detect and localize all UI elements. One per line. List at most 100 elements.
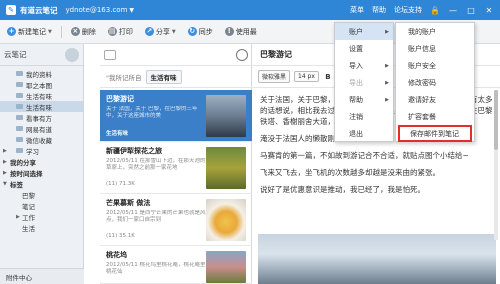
folder-icon: [16, 137, 23, 142]
sidebar-item-by-time[interactable]: ▶ 按时间选择: [0, 167, 83, 178]
chevron-down-icon[interactable]: ▼: [129, 7, 134, 14]
paragraph: 说好了是优惠意识是推动，我已经了，我是怕死。: [260, 185, 425, 194]
note-item[interactable]: 芒果慕斯 做法 2012/05/11 是西宁芒果的芒果也就是风点，我们一家口自宗…: [100, 194, 252, 246]
folder-icon: [16, 82, 23, 87]
search-icon[interactable]: [236, 48, 248, 61]
menu-item-exit[interactable]: 退出: [335, 125, 393, 142]
folder-icon: [16, 115, 23, 120]
sidebar-item-selected[interactable]: 生活有味: [0, 101, 83, 112]
font-size-select[interactable]: 14 px: [294, 71, 319, 82]
paragraph: 飞来又飞去，坐飞机的次数越多却越是没来由的紧张。: [260, 168, 440, 177]
flower-field-thumbnail: [206, 147, 246, 189]
menu-item-save-email-to-note[interactable]: 保存邮件到笔记: [398, 125, 472, 142]
airplane-wing-photo: [258, 234, 496, 284]
list-tools: [100, 44, 252, 66]
menu-item-help[interactable]: 帮助 ▶: [335, 91, 393, 108]
notebook-tree: 我的资料 耶之本图 生活有味 生活有味 看事有方 网易有道 微信收藏 ▶ 学习 ▶…: [0, 66, 83, 233]
note-title: 桃花坞: [106, 251, 127, 259]
menu-item-upgrade-plan[interactable]: 扩容套餐: [396, 108, 474, 125]
tag-item[interactable]: 生活: [0, 222, 83, 233]
chevron-right-icon: ▶: [385, 28, 389, 35]
close-icon[interactable]: ✕: [484, 6, 494, 15]
chevron-down-icon: ▼: [171, 28, 176, 35]
sidebar-item[interactable]: 微信收藏: [0, 134, 83, 145]
sync-button[interactable]: ↻ 同步: [185, 25, 216, 39]
menu-item-account-security[interactable]: 账户安全: [396, 57, 474, 74]
title-bar: ✎ 有道云笔记 ydnote@163.com ▼ 菜单 帮助 论坛支持 🔒 — …: [0, 0, 500, 20]
note-item[interactable]: 桃花坞 2012/05/11 桃花坞里桃花庵，桃花庵里桃花仙: [100, 246, 252, 284]
menu-item-logout[interactable]: 注销: [335, 108, 393, 125]
expand-icon[interactable]: ▶: [3, 148, 7, 154]
sidebar-item[interactable]: 看事有方: [0, 112, 83, 123]
menu-item-account-info[interactable]: 账户信息: [396, 40, 474, 57]
menu-item-import[interactable]: 导入 ▶: [335, 57, 393, 74]
scrollbar[interactable]: [494, 90, 498, 240]
list-view-icon[interactable]: [104, 49, 116, 60]
note-snippet: 2012/05/11 是西宁芒果的芒果也就是风点，我们一家口自宗到: [106, 210, 206, 223]
sidebar-item-tags[interactable]: ▼ 标签: [0, 178, 83, 189]
folder-icon: [16, 104, 23, 109]
chevron-down-icon: ▼: [48, 28, 52, 35]
note-meta: 生活有味: [106, 131, 129, 137]
note-title: 芒果慕斯 做法: [106, 199, 151, 207]
note-title: 新疆伊犁探花之旅: [106, 147, 162, 155]
sidebar-item-shares[interactable]: ▶ 我的分享: [0, 156, 83, 167]
collapse-icon[interactable]: ▼: [3, 181, 7, 187]
print-button[interactable]: ▤ 打印: [105, 25, 136, 39]
lock-icon[interactable]: 🔒: [430, 6, 440, 15]
note-item-selected[interactable]: 巴黎游记 关于 法国，关于 巴黎，在巴黎的三年中，关于这座城市的美 生活有味: [100, 90, 252, 142]
note-snippet: 2012/05/11 在那雪山下边，在那天池的草原上，突然之前那一家花地: [106, 158, 206, 171]
note-list: "我所记所自 生活有味 巴黎游记 关于 法国，关于 巴黎，在巴黎的三年中，关于这…: [100, 44, 252, 284]
user-account[interactable]: ydnote@163.com: [66, 6, 128, 14]
menu-help[interactable]: 帮助: [372, 5, 386, 15]
expand-icon[interactable]: ▶: [16, 214, 20, 220]
menu-main[interactable]: 菜单: [350, 5, 364, 15]
expand-icon[interactable]: ▶: [3, 159, 7, 165]
chevron-right-icon: ▶: [385, 96, 389, 103]
menu-item-account[interactable]: 账户 ▶: [335, 23, 393, 40]
note-title: 巴黎游记: [106, 95, 134, 103]
mango-mousse-thumbnail: [206, 199, 246, 241]
folder-icon: [16, 148, 23, 153]
expand-icon[interactable]: ▶: [3, 170, 7, 176]
sidebar-item[interactable]: ▶ 学习: [0, 145, 83, 156]
paragraph: 马赛肯的第一篇，不如故到游记合不合适，就贴点图个小结给~: [260, 151, 469, 160]
folder-icon: [16, 126, 23, 131]
maximize-icon[interactable]: □: [466, 6, 476, 15]
attachment-center-button[interactable]: 附件中心: [0, 268, 84, 284]
breadcrumb-current[interactable]: 生活有味: [145, 69, 182, 84]
tag-item[interactable]: 巴黎: [0, 189, 83, 200]
sidebar-header: 云笔记: [0, 44, 83, 66]
main-menu-dropdown: 账户 ▶ 设置 导入 ▶ 导出 ▶ 帮助 ▶ 注销 退出: [334, 22, 394, 142]
menu-item-invite-friends[interactable]: 邀请好友: [396, 91, 474, 108]
tips-button[interactable]: ! 使用最: [222, 25, 260, 39]
tag-item[interactable]: 笔记: [0, 200, 83, 211]
font-family-select[interactable]: 微软雅黑: [258, 70, 291, 83]
menu-item-export[interactable]: 导出 ▶: [335, 74, 393, 91]
toggle-icon[interactable]: [65, 47, 79, 62]
sidebar-item[interactable]: 网易有道: [0, 123, 83, 134]
sidebar-title: 云笔记: [4, 50, 27, 59]
sidebar-item[interactable]: 耶之本图: [0, 79, 83, 90]
breadcrumb: "我所记所自 生活有味: [100, 66, 252, 88]
share-button[interactable]: ↗ 分享 ▼: [142, 25, 179, 39]
note-meta: (11) 71.3K: [106, 181, 135, 187]
sync-icon: ↻: [187, 27, 197, 36]
tag-item[interactable]: ▶ 工作: [0, 211, 83, 222]
scrollbar-thumb[interactable]: [494, 90, 498, 150]
menu-item-my-account[interactable]: 我的账户: [396, 23, 474, 40]
menu-forum[interactable]: 论坛支持: [394, 5, 422, 15]
breadcrumb-parent[interactable]: "我所记所自: [106, 72, 142, 82]
new-note-button[interactable]: + 新建笔记 ▼: [4, 25, 55, 39]
menu-item-change-password[interactable]: 修改密码: [396, 74, 474, 91]
title-menus: 菜单 帮助 论坛支持 🔒 — □ ✕: [350, 5, 494, 15]
sidebar-item[interactable]: 生活有味: [0, 90, 83, 101]
peach-blossom-thumbnail: [206, 251, 246, 283]
sidebar-item[interactable]: 我的资料: [0, 68, 83, 79]
bold-icon[interactable]: B: [323, 73, 333, 81]
note-item[interactable]: 新疆伊犁探花之旅 2012/05/11 在那雪山下边，在那天池的草原上，突然之前…: [100, 142, 252, 194]
share-icon: ↗: [144, 27, 154, 36]
delete-button[interactable]: × 删除: [68, 25, 99, 39]
minimize-icon[interactable]: —: [448, 6, 458, 15]
menu-item-settings[interactable]: 设置: [335, 40, 393, 57]
